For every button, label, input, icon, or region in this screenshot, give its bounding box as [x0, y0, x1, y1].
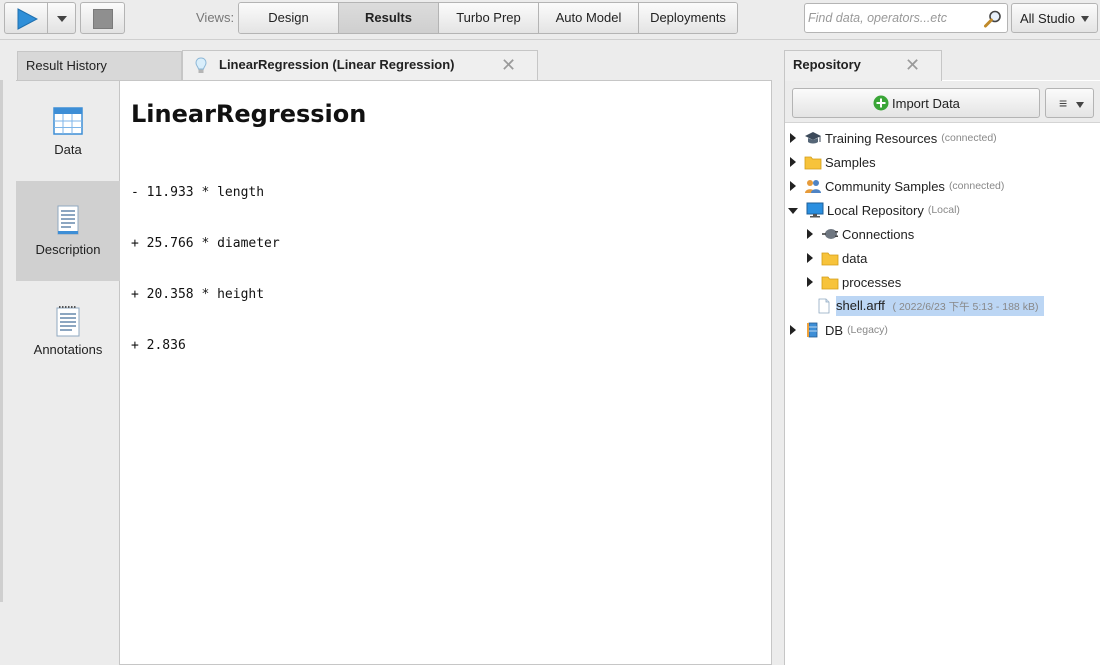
monitor-icon — [806, 202, 824, 218]
search-scope-dropdown[interactable]: All Studio — [1011, 3, 1098, 33]
views-switcher: Design Results Turbo Prep Auto Model Dep… — [238, 2, 738, 34]
tree-item-label: processes — [842, 274, 902, 290]
tree-item-data[interactable]: data — [807, 247, 867, 269]
import-data-label: Import Data — [892, 96, 960, 111]
formula-line: + 25.766 * diameter — [131, 236, 280, 251]
chevron-down-icon — [57, 16, 67, 22]
tree-item-community-samples[interactable]: Community Samples (connected) — [790, 175, 1004, 197]
tree-item-label: Training Resources — [825, 130, 938, 146]
model-description: LinearRegression — [131, 100, 366, 128]
left-splitter[interactable] — [0, 80, 3, 602]
people-icon — [805, 180, 821, 193]
formula-line: + 2.836 — [131, 338, 186, 353]
document-icon — [57, 205, 79, 235]
tree-item-label: Samples — [825, 154, 876, 170]
view-tab-auto-model[interactable]: Auto Model — [539, 3, 639, 33]
tree-item-status: (connected) — [941, 132, 997, 144]
tree-item-db[interactable]: DB (Legacy) — [790, 319, 888, 341]
sidebar-item-label: Annotations — [33, 342, 103, 357]
tree-item-processes[interactable]: processes — [807, 271, 901, 293]
views-label: Views: — [196, 10, 235, 25]
view-tab-design[interactable]: Design — [239, 3, 339, 33]
view-tab-deployments[interactable]: Deployments — [639, 3, 737, 33]
plug-icon — [822, 229, 838, 239]
result-panel — [16, 80, 772, 665]
tree-item-connections[interactable]: Connections — [807, 223, 914, 245]
tab-result-history[interactable]: Result History — [17, 51, 182, 81]
sidebar-item-annotations[interactable]: Annotations — [16, 281, 120, 381]
play-icon — [17, 8, 38, 30]
model-title: LinearRegression — [131, 100, 367, 128]
import-data-button[interactable]: Import Data — [792, 88, 1040, 118]
tree-item-details: ( 2022/6/23 下午 5:13 - 188 kB) — [892, 301, 1039, 313]
tree-item-shell-arff[interactable]: shell.arff ( 2022/6/23 下午 5:13 - 188 kB) — [815, 295, 1045, 317]
main-toolbar: Views: Design Results Turbo Prep Auto Mo… — [0, 0, 1100, 40]
tree-item-status: (Local) — [927, 204, 960, 216]
tree-item-label: Local Repository — [827, 202, 924, 218]
formula-line: - 11.933 * length — [131, 185, 265, 200]
search-input[interactable] — [808, 8, 983, 28]
tree-item-selection: shell.arff ( 2022/6/23 下午 5:13 - 188 kB) — [836, 296, 1045, 316]
close-icon[interactable]: ✕ — [905, 51, 920, 79]
repository-menu-button[interactable]: ≡ — [1045, 88, 1094, 118]
run-button[interactable] — [4, 2, 48, 34]
view-tab-results[interactable]: Results — [339, 3, 439, 33]
expand-icon[interactable] — [790, 133, 796, 143]
tree-item-label: DB — [825, 322, 844, 338]
lightbulb-icon — [195, 57, 207, 73]
tree-item-status: (connected) — [948, 180, 1005, 192]
notes-icon — [56, 306, 80, 337]
folder-icon — [821, 276, 839, 290]
tree-item-label: shell.arff — [836, 298, 885, 313]
table-icon — [53, 107, 83, 135]
search-scope-label: All Studio — [1020, 11, 1075, 26]
file-icon — [818, 298, 830, 314]
formula-line: + 20.358 * height — [131, 287, 265, 302]
magnifier-icon[interactable] — [983, 9, 1003, 29]
result-view-sidebar: Data Description Annotations — [16, 81, 120, 665]
tab-result-history-label: Result History — [26, 58, 107, 73]
tree-item-label: Connections — [842, 226, 915, 242]
chevron-down-icon — [1081, 16, 1089, 22]
sidebar-item-description[interactable]: Description — [16, 181, 120, 281]
tab-linear-regression-label: LinearRegression (Linear Regression) — [219, 57, 455, 72]
tree-item-samples[interactable]: Samples — [790, 151, 876, 173]
tree-item-label: data — [842, 250, 868, 266]
run-menu-button[interactable] — [48, 2, 76, 34]
sidebar-item-data[interactable]: Data — [16, 81, 120, 181]
tab-repository-label: Repository — [793, 57, 861, 72]
expand-icon[interactable] — [790, 325, 796, 335]
tree-item-training-resources[interactable]: Training Resources (connected) — [790, 127, 997, 149]
add-icon — [873, 95, 889, 111]
tab-linear-regression[interactable]: LinearRegression (Linear Regression) ✕ — [182, 50, 538, 81]
view-tab-turbo-prep[interactable]: Turbo Prep — [439, 3, 539, 33]
sidebar-item-label: Data — [54, 142, 82, 157]
folder-icon — [804, 156, 822, 170]
sidebar-item-label: Description — [35, 242, 101, 257]
tree-item-local-repository[interactable]: Local Repository (Local) — [788, 199, 960, 221]
tab-repository[interactable]: Repository ✕ — [784, 50, 942, 81]
stop-button[interactable] — [80, 2, 125, 34]
menu-icon: ≡ — [1059, 95, 1068, 111]
tree-item-label: Community Samples — [825, 178, 945, 194]
graduation-cap-icon — [805, 132, 821, 144]
expand-icon[interactable] — [807, 229, 813, 239]
search-box — [804, 3, 1008, 33]
database-icon — [807, 322, 818, 338]
stop-icon — [93, 9, 113, 29]
expand-icon[interactable] — [790, 181, 796, 191]
folder-icon — [821, 252, 839, 266]
collapse-icon[interactable] — [788, 208, 798, 214]
expand-icon[interactable] — [807, 277, 813, 287]
model-formula: - 11.933 * length + 25.766 * diameter + … — [131, 150, 280, 371]
expand-icon[interactable] — [790, 157, 796, 167]
chevron-down-icon — [1076, 102, 1084, 108]
expand-icon[interactable] — [807, 253, 813, 263]
close-icon[interactable]: ✕ — [501, 51, 516, 79]
tree-item-status: (Legacy) — [847, 324, 888, 336]
